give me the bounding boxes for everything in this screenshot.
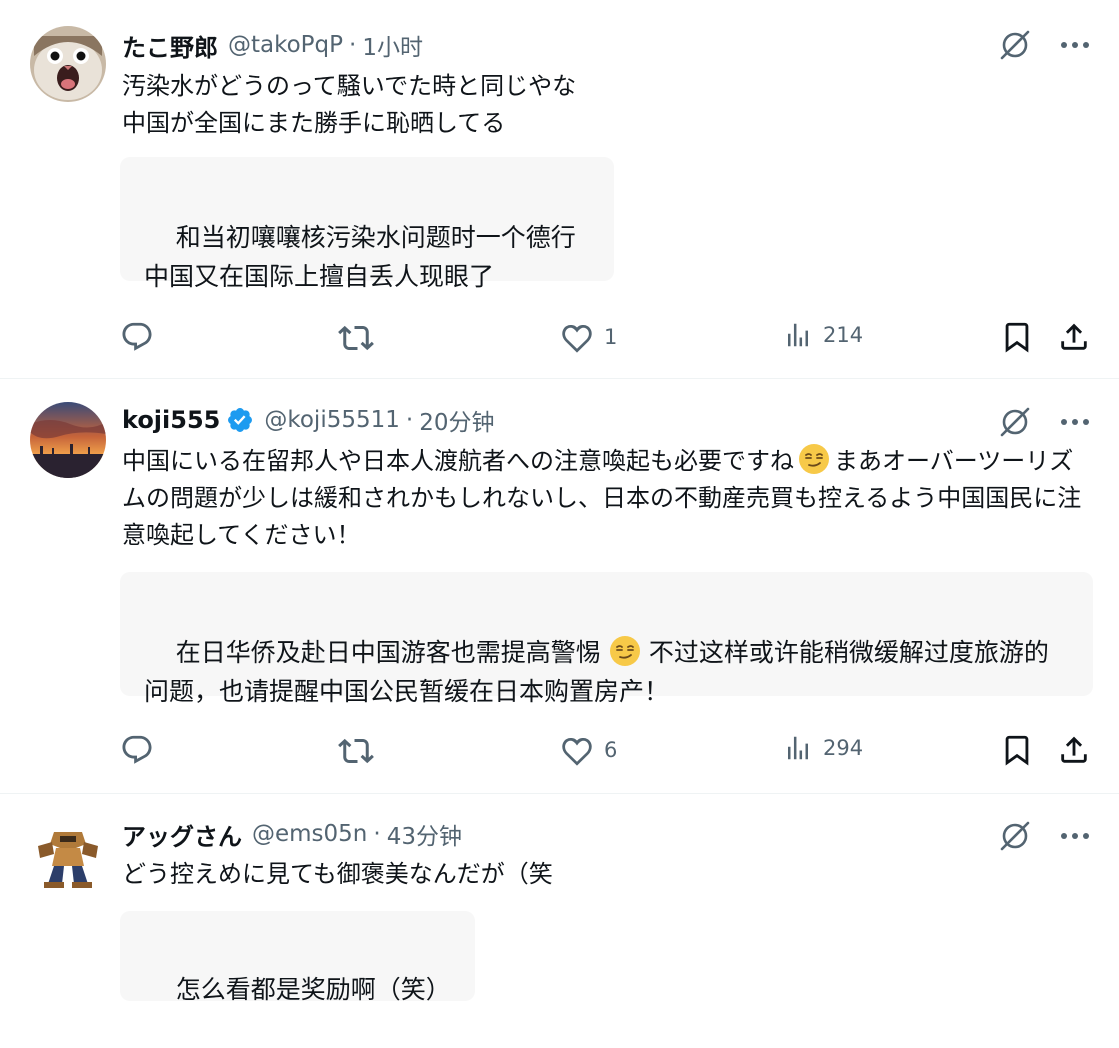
tweet[interactable]: koji555 @koji55511 · 20分钟 中国にいる在留邦人や日本人渡…: [0, 379, 1119, 793]
share-icon: [1061, 323, 1087, 350]
grok-icon[interactable]: [995, 25, 1035, 65]
translation-box: 在日华侨及赴日中国游客也需提高警惕 不过这样或许能稍微缓解过度旅游的问题，也请提醒…: [120, 572, 1093, 706]
more-icon[interactable]: [1055, 816, 1095, 856]
like-icon: [562, 324, 592, 353]
views-button[interactable]: 294: [783, 733, 863, 763]
share-button[interactable]: [1057, 733, 1091, 767]
tweet-top-actions: [995, 402, 1095, 442]
translation-box: 和当初嚷嚷核污染水问题时一个德行 中国又在国际上擅自丢人现眼了: [120, 157, 614, 291]
share-button[interactable]: [1057, 320, 1091, 354]
grok-icon[interactable]: [995, 816, 1035, 856]
tweet[interactable]: アッグさん @ems05n · 43分钟 どう控えめに見ても御褒美なんだが（笑 …: [0, 794, 1119, 1004]
separator-dot: ·: [373, 821, 381, 847]
repost-icon: [338, 325, 374, 351]
bookmark-button[interactable]: [1000, 320, 1034, 354]
reply-icon: [122, 322, 152, 351]
timestamp[interactable]: 20分钟: [419, 403, 494, 437]
display-name[interactable]: koji555: [122, 406, 220, 434]
avatar[interactable]: [30, 26, 106, 102]
tweet-text: どう控えめに見ても御褒美なんだが（笑: [122, 860, 553, 888]
tweet-header: koji555 @koji55511 · 20分钟: [122, 403, 494, 437]
tweet-top-actions: [995, 816, 1095, 856]
more-icon[interactable]: [1055, 402, 1095, 442]
robot-avatar-icon: [30, 818, 106, 894]
view-count: 294: [823, 736, 864, 760]
more-icon[interactable]: [1055, 25, 1095, 65]
display-name[interactable]: アッグさん: [122, 817, 242, 852]
avatar[interactable]: [30, 818, 106, 894]
views-icon: [788, 323, 808, 347]
tweet-text-part: 中国にいる在留邦人や日本人渡航者への注意喚起も必要ですね: [122, 447, 794, 475]
user-handle[interactable]: @ems05n: [252, 821, 367, 847]
smirk-emoji-icon: [799, 444, 829, 474]
like-button[interactable]: 1: [560, 320, 617, 354]
smirk-emoji-icon: [609, 636, 640, 666]
timestamp[interactable]: 1小时: [362, 28, 423, 62]
repost-button[interactable]: [338, 733, 384, 769]
sunset-avatar-icon: [30, 402, 106, 478]
bookmark-icon: [1005, 735, 1029, 766]
share-icon: [1061, 736, 1087, 763]
tweet-top-actions: [995, 25, 1095, 65]
translation-text: 怎么看都是奖励啊（笑）: [175, 975, 451, 1004]
user-handle[interactable]: @koji55511: [264, 407, 400, 433]
translation-box: 怎么看都是奖励啊（笑）: [120, 911, 475, 1004]
tweet-text: 中国にいる在留邦人や日本人渡航者への注意喚起も必要ですね まあオーバーツーリズムの…: [122, 443, 1087, 554]
like-count: 6: [604, 738, 618, 762]
tweet-header: たこ野郎 @takoPqP · 1小时: [122, 28, 423, 62]
bookmark-icon: [1005, 322, 1029, 353]
reply-button[interactable]: [120, 733, 164, 767]
action-bar: 1 214: [0, 320, 1119, 360]
like-button[interactable]: 6: [560, 733, 617, 767]
bookmark-button[interactable]: [1000, 733, 1034, 767]
display-name[interactable]: たこ野郎: [122, 28, 218, 63]
reply-icon: [122, 735, 152, 764]
tweet-header: アッグさん @ems05n · 43分钟: [122, 817, 462, 851]
translation-text: 和当初嚷嚷核污染水问题时一个德行 中国又在国际上擅自丢人现眼了: [144, 223, 576, 291]
cat-face-avatar-icon: [30, 26, 106, 102]
timestamp[interactable]: 43分钟: [387, 817, 462, 851]
grok-icon[interactable]: [995, 402, 1035, 442]
translation-text-part: 在日华侨及赴日中国游客也需提高警惕: [175, 638, 601, 667]
reply-button[interactable]: [120, 320, 164, 354]
repost-button[interactable]: [338, 320, 384, 356]
verified-badge-icon: [228, 408, 253, 432]
separator-dot: ·: [349, 32, 357, 58]
repost-icon: [338, 738, 374, 764]
like-count: 1: [604, 325, 618, 349]
views-icon: [788, 736, 808, 760]
avatar[interactable]: [30, 402, 106, 478]
tweet-text: 汚染水がどうのって騒いでた時と同じやな 中国が全国にまた勝手に恥晒してる: [122, 72, 577, 137]
view-count: 214: [823, 323, 864, 347]
user-handle[interactable]: @takoPqP: [228, 32, 343, 58]
action-bar: 6 294: [0, 733, 1119, 773]
like-icon: [562, 737, 592, 766]
separator-dot: ·: [405, 407, 414, 433]
tweet[interactable]: たこ野郎 @takoPqP · 1小时 汚染水がどうのって騒いでた時と同じやな …: [0, 0, 1119, 378]
views-button[interactable]: 214: [783, 320, 863, 350]
